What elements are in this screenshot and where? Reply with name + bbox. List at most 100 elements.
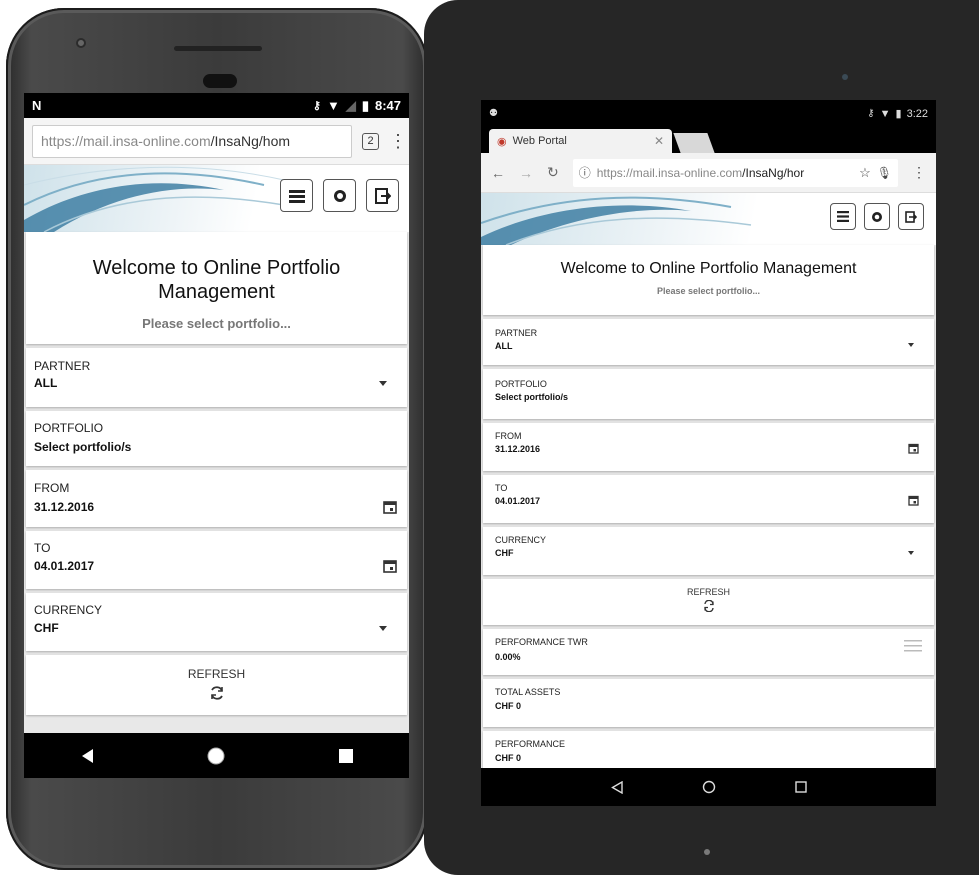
- currency-select[interactable]: CURRENCY CHF: [26, 593, 407, 651]
- summary-value: CHF 0: [495, 753, 522, 763]
- field-label: FROM: [495, 431, 522, 441]
- url-bar[interactable]: ⓘ https://mail.insa-online.com/InsaNg/ho…: [572, 158, 898, 187]
- portfolio-select[interactable]: PORTFOLIO Select portfolio/s: [483, 369, 934, 419]
- field-label: PARTNER: [34, 359, 91, 373]
- calendar-icon[interactable]: [908, 443, 919, 454]
- field-value: Select portfolio/s: [34, 440, 132, 454]
- to-date-field[interactable]: TO 04.01.2017: [26, 531, 407, 589]
- page-title: Welcome to Online Portfolio Management: [92, 257, 341, 303]
- android-nav-bar: [24, 733, 409, 778]
- tab-title: Web Portal: [512, 135, 567, 147]
- url-host: https://mail.insa-online.com: [41, 133, 211, 149]
- url-host: https://mail.insa-online.com: [596, 165, 743, 180]
- home-icon[interactable]: [702, 780, 716, 794]
- phone-status-time: 8:47: [374, 98, 401, 113]
- browser-menu-icon[interactable]: ⋮: [389, 132, 407, 150]
- field-value: CHF: [34, 621, 59, 635]
- field-label: PORTFOLIO: [34, 421, 104, 435]
- welcome-card: Welcome to Online Portfolio Management P…: [26, 232, 407, 344]
- chevron-down-icon: [379, 626, 387, 631]
- refresh-button[interactable]: REFRESH: [483, 579, 934, 625]
- field-label: CURRENCY: [34, 603, 103, 617]
- welcome-card: Welcome to Online Portfolio Management P…: [483, 245, 934, 315]
- to-date-field[interactable]: TO 04.01.2017: [483, 475, 934, 523]
- signal-icon: ◢: [345, 97, 356, 113]
- tab-switcher-button[interactable]: 2: [362, 132, 379, 150]
- refresh-button[interactable]: REFRESH: [26, 655, 407, 715]
- star-icon[interactable]: ☆: [859, 165, 871, 181]
- close-icon[interactable]: ✕: [654, 134, 664, 148]
- browser-toolbar: ← → ↻ ⓘ https://mail.insa-online.com/Ins…: [481, 153, 936, 193]
- tablet-status-bar: ⚉ ⚷ ▼ ▮ 3:22: [481, 100, 936, 127]
- field-label: TO: [34, 541, 51, 555]
- back-icon[interactable]: [610, 780, 623, 794]
- field-value: ALL: [34, 376, 58, 390]
- wifi-icon: ▼: [879, 107, 891, 120]
- battery-icon: ▮: [361, 97, 369, 113]
- phone-status-bar: N ⚷ ▼ ◢ ▮ 8:47: [24, 93, 409, 118]
- from-date-field[interactable]: FROM 31.12.2016: [483, 423, 934, 471]
- recents-icon[interactable]: [794, 781, 807, 793]
- browser-menu-icon[interactable]: ⋮: [912, 164, 926, 181]
- refresh-icon: [703, 599, 714, 613]
- android-nav-bar: [481, 768, 936, 806]
- tablet-sensor-dot: [704, 849, 710, 855]
- back-arrow-icon[interactable]: ←: [491, 165, 505, 181]
- battery-icon: ▮: [895, 108, 902, 120]
- refresh-icon: [210, 686, 223, 700]
- logout-icon: [905, 210, 917, 223]
- field-label: CURRENCY: [495, 535, 547, 545]
- mic-icon[interactable]: 🎙: [877, 166, 892, 180]
- menu-button[interactable]: [830, 203, 856, 230]
- page-subtitle: Please select portfolio...: [656, 286, 761, 296]
- reload-icon[interactable]: ↻: [547, 164, 559, 181]
- field-value: 04.01.2017: [495, 496, 541, 506]
- list-toggle-icon[interactable]: [904, 639, 922, 653]
- menu-button[interactable]: [280, 179, 313, 212]
- calendar-icon[interactable]: [908, 495, 919, 506]
- settings-button[interactable]: [323, 179, 356, 212]
- recents-icon[interactable]: [338, 748, 353, 763]
- calendar-icon[interactable]: [383, 500, 397, 514]
- header-banner: [24, 165, 409, 232]
- performance-twr-row: PERFORMANCE TWR 0.00%: [483, 629, 934, 675]
- logout-button[interactable]: [366, 179, 399, 212]
- summary-label: TOTAL ASSETS: [495, 687, 561, 697]
- summary-value: CHF 0: [495, 701, 522, 711]
- partner-select[interactable]: PARTNER ALL: [26, 348, 407, 407]
- field-label: FROM: [34, 481, 70, 495]
- from-date-field[interactable]: FROM 31.12.2016: [26, 470, 407, 527]
- currency-select[interactable]: CURRENCY CHF: [483, 527, 934, 575]
- page-subtitle: Please select portfolio...: [142, 316, 291, 331]
- new-tab-button[interactable]: [673, 133, 715, 153]
- tab-web-portal[interactable]: ◉ Web Portal ✕: [489, 129, 672, 153]
- refresh-label: REFRESH: [686, 587, 730, 597]
- chevron-down-icon: [908, 343, 914, 347]
- back-icon[interactable]: [80, 748, 94, 764]
- calendar-icon[interactable]: [383, 559, 397, 573]
- hamburger-icon: [837, 211, 849, 222]
- summary-value: 0.00%: [495, 652, 521, 662]
- key-icon: ⚷: [867, 108, 875, 119]
- field-value: 31.12.2016: [34, 500, 95, 514]
- logout-button[interactable]: [898, 203, 924, 230]
- url-bar[interactable]: https://mail.insa-online.com/InsaNg/hom: [32, 124, 352, 158]
- forward-arrow-icon[interactable]: →: [519, 165, 533, 181]
- browser-toolbar: https://mail.insa-online.com/InsaNg/hom …: [24, 118, 409, 165]
- logout-icon: [374, 187, 391, 204]
- home-icon[interactable]: [206, 746, 226, 766]
- info-icon: ⓘ: [578, 166, 591, 180]
- partner-select[interactable]: PARTNER ALL: [483, 319, 934, 365]
- summary-label: PERFORMANCE TWR: [495, 637, 588, 647]
- portfolio-select[interactable]: PORTFOLIO Select portfolio/s: [26, 411, 407, 466]
- field-value: ALL: [495, 341, 513, 351]
- field-value: 04.01.2017: [34, 559, 95, 573]
- header-banner: [481, 193, 936, 245]
- total-assets-row: TOTAL ASSETS CHF 0: [483, 679, 934, 727]
- tablet-screen: ⚉ ⚷ ▼ ▮ 3:22 ◉ Web Portal ✕ ← → ↻ ⓘ http…: [481, 100, 936, 806]
- field-value: Select portfolio/s: [495, 392, 569, 402]
- gear-icon: [333, 189, 346, 202]
- field-value: 31.12.2016: [495, 444, 541, 454]
- n-icon: N: [32, 98, 42, 113]
- settings-button[interactable]: [864, 203, 890, 230]
